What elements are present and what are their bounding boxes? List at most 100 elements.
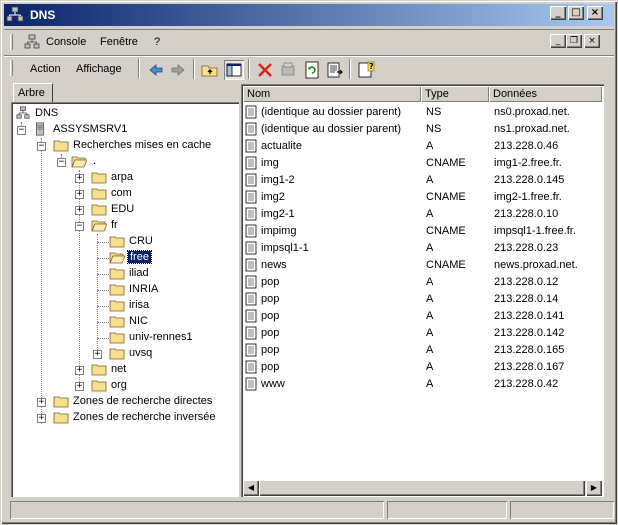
menu-grip[interactable] <box>10 34 13 50</box>
tree-node-cru[interactable]: CRU <box>13 234 233 250</box>
expand-toggle[interactable]: + <box>37 398 46 407</box>
toolbar-separator <box>193 59 195 79</box>
maximize-button[interactable]: □ <box>568 6 584 20</box>
tree-node-com[interactable]: + com <box>13 186 233 202</box>
mdi-close-button[interactable]: × <box>584 34 600 48</box>
show-tree-button[interactable] <box>224 60 244 80</box>
export-list-button[interactable] <box>325 60 345 80</box>
expand-toggle[interactable]: + <box>75 190 84 199</box>
table-row[interactable]: img CNAME img1-2.free.fr. <box>243 155 588 172</box>
tree-label-nic: NIC <box>129 315 148 327</box>
table-row[interactable]: pop A 213.228.0.167 <box>243 359 588 376</box>
cell-type: CNAME <box>426 157 466 169</box>
expand-toggle[interactable]: + <box>93 350 102 359</box>
refresh-button[interactable] <box>302 60 322 80</box>
folder-icon <box>109 348 125 360</box>
tree-node-irisa[interactable]: irisa <box>13 298 233 314</box>
back-button[interactable] <box>146 60 166 80</box>
table-row[interactable]: (identique au dossier parent) NS ns0.proxa… <box>243 104 588 121</box>
close-button[interactable]: × <box>587 6 603 20</box>
delete-button[interactable] <box>255 60 275 80</box>
title-bar[interactable]: DNS _ □ × <box>4 4 614 26</box>
cell-type: A <box>426 378 434 390</box>
menu-console[interactable]: Console <box>46 36 86 48</box>
help-button[interactable]: ? <box>356 60 376 80</box>
mdi-restore-button[interactable]: ❐ <box>566 34 582 48</box>
scroll-right-button[interactable]: ▶ <box>586 480 602 496</box>
forward-button[interactable] <box>168 60 188 80</box>
tree-node-dns[interactable]: DNS <box>13 106 233 122</box>
tree-node-nic[interactable]: NIC <box>13 314 233 330</box>
table-row[interactable]: img1-2 A 213.228.0.145 <box>243 172 588 189</box>
tree-node-univ-rennes1[interactable]: univ-rennes1 <box>13 330 233 346</box>
table-row[interactable]: (identique au dossier parent) NS ns1.proxa… <box>243 121 588 138</box>
column-header-name[interactable]: Nom <box>243 86 421 102</box>
tree-node-server[interactable]: − ASSYSMSRV1 <box>13 122 233 138</box>
tree-node-reverse-zones[interactable]: + Zones de recherche inversée <box>13 410 233 426</box>
tree-node-free[interactable]: free <box>13 250 233 266</box>
collapse-toggle[interactable]: − <box>17 126 26 135</box>
horizontal-scrollbar[interactable]: ◀ ▶ <box>243 480 602 496</box>
cell-data: ns0.proxad.net. <box>494 106 570 118</box>
menu-window[interactable]: Fenêtre <box>100 36 138 48</box>
collapse-toggle[interactable]: − <box>57 158 66 167</box>
properties-button[interactable] <box>278 60 298 80</box>
refresh-icon <box>305 61 319 79</box>
tree-node-cached-lookups[interactable]: − Recherches mises en cache <box>13 138 233 154</box>
expand-toggle[interactable]: + <box>37 414 46 423</box>
table-row[interactable]: impsql1-1 A 213.228.0.23 <box>243 240 588 257</box>
toolbar-grip[interactable] <box>10 60 13 76</box>
record-list[interactable]: Nom Type Données (identique au dossier p… <box>241 84 604 497</box>
tab-tree[interactable]: Arbre <box>13 83 53 103</box>
tree-node-uvsq[interactable]: + uvsq <box>13 346 233 362</box>
table-row[interactable]: impimg CNAME impsql1-1.free.fr. <box>243 223 588 240</box>
back-arrow-icon <box>149 64 163 76</box>
table-row[interactable]: img2 CNAME img2-1.free.fr. <box>243 189 588 206</box>
tree-node-edu[interactable]: + EDU <box>13 202 233 218</box>
mdi-minimize-button[interactable]: _ <box>550 34 566 48</box>
cell-data: 213.228.0.141 <box>494 310 565 322</box>
table-row[interactable]: news CNAME news.proxad.net. <box>243 257 588 274</box>
expand-toggle[interactable]: + <box>75 206 84 215</box>
view-menu[interactable]: Affichage <box>76 63 122 75</box>
collapse-toggle[interactable]: − <box>37 142 46 151</box>
cell-type: CNAME <box>426 259 466 271</box>
scroll-thumb[interactable] <box>259 480 585 496</box>
table-row[interactable]: pop A 213.228.0.165 <box>243 342 588 359</box>
cell-data: 213.228.0.46 <box>494 140 559 152</box>
record-icon <box>245 122 257 136</box>
scroll-left-button[interactable]: ◀ <box>243 480 259 496</box>
tree-node-inria[interactable]: INRIA <box>13 282 233 298</box>
column-header-data[interactable]: Données <box>489 86 602 102</box>
folder-open-icon <box>109 252 125 264</box>
table-row[interactable]: pop A 213.228.0.141 <box>243 308 588 325</box>
column-header-type[interactable]: Type <box>421 86 489 102</box>
table-row[interactable]: www A 213.228.0.42 <box>243 376 588 393</box>
table-row[interactable]: actualite A 213.228.0.46 <box>243 138 588 155</box>
expand-toggle[interactable]: + <box>75 366 84 375</box>
record-icon <box>245 241 257 255</box>
action-menu[interactable]: Action <box>30 63 61 75</box>
tree-pane[interactable]: DNS − ASSYSMSRV1 − Recherches mises en c… <box>11 102 239 497</box>
cell-name: pop <box>261 293 280 305</box>
expand-toggle[interactable]: + <box>75 174 84 183</box>
table-row[interactable]: pop A 213.228.0.14 <box>243 291 588 308</box>
tree-node-dot[interactable]: − . <box>13 154 233 170</box>
table-row[interactable]: img2-1 A 213.228.0.10 <box>243 206 588 223</box>
server-icon <box>36 122 44 136</box>
tree-node-net[interactable]: + net <box>13 362 233 378</box>
minimize-button[interactable]: _ <box>550 6 566 20</box>
tree-node-forward-zones[interactable]: + Zones de recherche directes <box>13 394 233 410</box>
menu-help[interactable]: ? <box>154 36 160 48</box>
up-level-button[interactable] <box>200 60 220 80</box>
show-tree-icon <box>226 63 242 77</box>
expand-toggle[interactable]: + <box>75 382 84 391</box>
tree-node-arpa[interactable]: + arpa <box>13 170 233 186</box>
collapse-toggle[interactable]: − <box>75 222 84 231</box>
cell-name: pop <box>261 276 280 288</box>
tree-node-iliad[interactable]: iliad <box>13 266 233 282</box>
tree-node-fr[interactable]: − fr <box>13 218 233 234</box>
tree-node-org[interactable]: + org <box>13 378 233 394</box>
table-row[interactable]: pop A 213.228.0.12 <box>243 274 588 291</box>
table-row[interactable]: pop A 213.228.0.142 <box>243 325 588 342</box>
